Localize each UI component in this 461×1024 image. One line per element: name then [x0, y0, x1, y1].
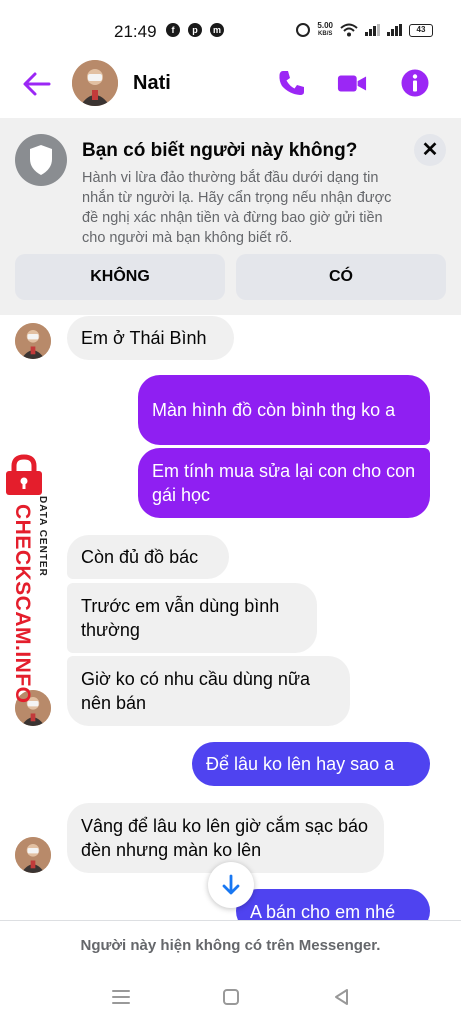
arrow-down-icon — [222, 874, 240, 895]
no-button[interactable]: KHÔNG — [15, 254, 225, 300]
phone-call-icon[interactable] — [277, 68, 307, 98]
scroll-to-bottom-button[interactable] — [208, 862, 254, 908]
unavailable-notice: Người này hiện không có trên Messenger. — [80, 937, 381, 954]
sender-avatar[interactable] — [15, 323, 51, 359]
watermark-sub-text: DATA CENTER — [37, 496, 48, 577]
system-nav-bar — [0, 970, 461, 1024]
signal-icon — [365, 24, 380, 36]
menu-icon[interactable] — [108, 984, 134, 1010]
back-arrow-icon[interactable] — [22, 70, 52, 98]
message-outgoing[interactable]: Em tính mua sửa lại con cho con gái học — [138, 448, 430, 518]
conversation-header: Nati — [0, 52, 461, 116]
card-description: Hành vi lừa đảo thường bắt đầu dưới dạng… — [82, 170, 392, 246]
message-incoming[interactable]: Em ở Thái Bình — [67, 316, 234, 360]
contact-avatar[interactable] — [72, 60, 118, 106]
message-outgoing[interactable]: Màn hình đồ còn bình thg ko a — [138, 375, 430, 445]
message-incoming[interactable]: Giờ ko có nhu cầu dùng nữa nên bán — [67, 656, 350, 726]
stranger-warning-card: Bạn có biết người này không? Hành vi lừa… — [0, 118, 461, 315]
network-speed: 5.00 KB/S — [317, 21, 333, 38]
yes-button[interactable]: CÓ — [236, 254, 446, 300]
shield-icon — [15, 134, 67, 186]
lock-icon — [6, 454, 42, 495]
message-outgoing[interactable]: Để lâu ko lên hay sao a — [192, 742, 430, 786]
message-incoming[interactable]: Còn đủ đồ bác — [67, 535, 229, 579]
alarm-icon — [296, 23, 311, 37]
watermark-main-text: CHECKSCAM.INFO — [11, 504, 34, 704]
status-time: 21:49 — [114, 22, 157, 41]
home-icon[interactable] — [218, 984, 244, 1010]
back-icon[interactable] — [328, 984, 354, 1010]
facebook-icon: f — [166, 23, 180, 37]
pinterest-icon: p — [188, 23, 202, 37]
close-button[interactable]: ✕ — [414, 134, 446, 166]
info-icon[interactable] — [400, 68, 430, 98]
message-incoming[interactable]: Trước em vẫn dùng bình thường — [67, 583, 317, 653]
card-title: Bạn có biết người này không? — [82, 140, 358, 161]
messenger-icon: m — [210, 23, 224, 37]
wifi-icon — [340, 23, 358, 37]
unavailable-footer: Người này hiện không có trên Messenger. — [0, 920, 461, 970]
sender-avatar[interactable] — [15, 837, 51, 873]
contact-name[interactable]: Nati — [133, 72, 171, 95]
status-bar: 21:49 f p m 5.00 KB/S 43 — [0, 0, 461, 52]
battery-icon: 43 — [409, 23, 433, 37]
signal-icon-2 — [387, 24, 402, 36]
video-call-icon[interactable] — [337, 68, 367, 98]
